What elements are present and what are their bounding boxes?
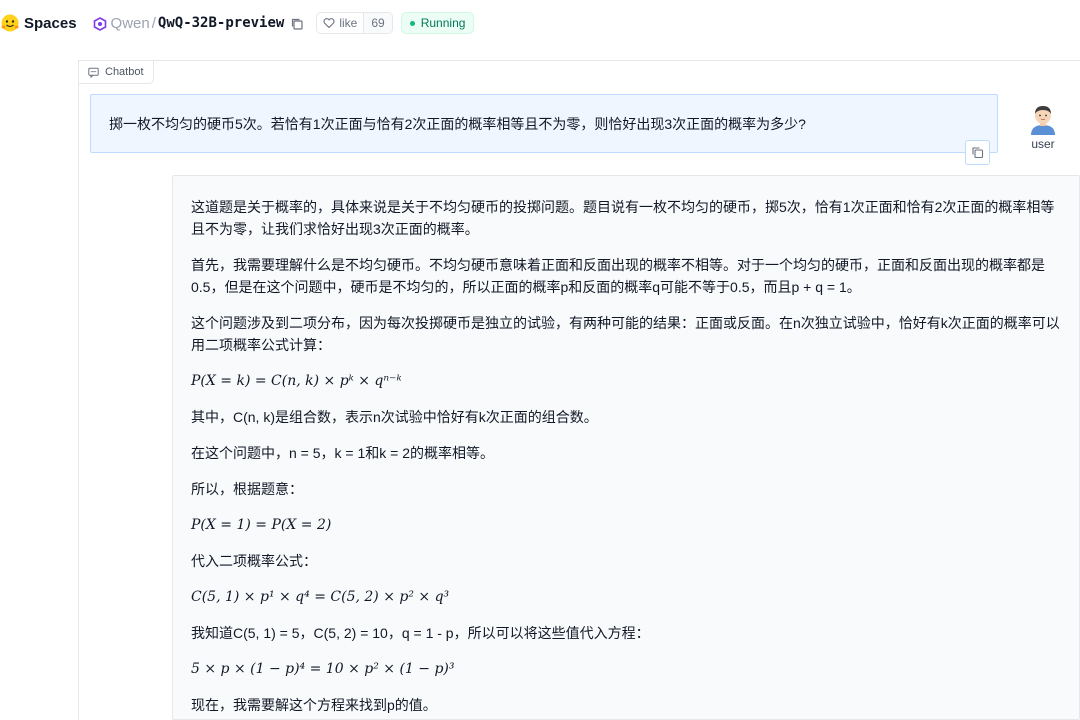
- fade-overlay: [919, 669, 1079, 719]
- like-button[interactable]: like: [317, 13, 363, 33]
- status-badge: Running: [400, 12, 475, 34]
- math-formula: P(X = k) = C(n, k) × pᵏ × qⁿ⁻ᵏ: [191, 373, 402, 389]
- copy-icon[interactable]: [290, 16, 304, 30]
- spaces-link[interactable]: Spaces: [24, 15, 77, 32]
- user-avatar-icon: [1028, 103, 1058, 135]
- message-paragraph: 这个问题涉及到二项分布，因为每次投掷硬币是独立的试验，有两种可能的结果：正面或反…: [191, 315, 1060, 353]
- message-paragraph: 在这个问题中，n = 5，k = 1和k = 2的概率相等。: [191, 445, 495, 461]
- message-paragraph: 我知道C(5, 1) = 5，C(5, 2) = 10，q = 1 - p，所以…: [191, 625, 650, 641]
- org-link[interactable]: Qwen: [111, 15, 150, 32]
- math-formula: P(X = 1) = P(X = 2): [191, 517, 332, 533]
- like-label: like: [339, 16, 358, 30]
- chatbot-label-text: Chatbot: [105, 66, 144, 78]
- chatbot-label: Chatbot: [78, 60, 154, 84]
- chat-icon: [88, 67, 99, 78]
- bot-message: 这道题是关于概率的，具体来说是关于不均匀硬币的投掷问题。题目说有一枚不均匀的硬币…: [172, 175, 1080, 720]
- repo-name-link[interactable]: QwQ-32B-preview: [158, 15, 284, 31]
- like-widget: like 69: [316, 12, 393, 34]
- user-message-text: 掷一枚不均匀的硬币5次。若恰有1次正面与恰有2次正面的概率相等且不为零，则恰好出…: [109, 115, 806, 132]
- message-paragraph: 这道题是关于概率的，具体来说是关于不均匀硬币的投掷问题。题目说有一枚不均匀的硬币…: [191, 199, 1055, 237]
- status-dot-icon: [409, 20, 415, 26]
- message-paragraph: 代入二项概率公式：: [191, 553, 317, 569]
- qwen-logo-icon: [93, 16, 107, 31]
- message-paragraph: 所以，根据题意：: [191, 481, 303, 497]
- top-bar: Spaces Qwen / QwQ-32B-preview like 69 Ru…: [0, 0, 1080, 46]
- hugging-face-logo-icon[interactable]: [0, 13, 20, 33]
- user-message: 掷一枚不均匀的硬币5次。若恰有1次正面与恰有2次正面的概率相等且不为零，则恰好出…: [90, 94, 998, 153]
- status-text: Running: [420, 16, 466, 30]
- message-paragraph: 其中，C(n, k)是组合数，表示n次试验中恰好有k次正面的组合数。: [191, 409, 598, 425]
- heart-icon: [323, 18, 335, 29]
- copy-icon: [972, 147, 984, 159]
- math-formula: C(5, 1) × p¹ × q⁴ = C(5, 2) × p² × q³: [191, 589, 450, 605]
- copy-message-button[interactable]: [965, 140, 990, 165]
- message-paragraph: 首先，我需要理解什么是不均匀硬币。不均匀硬币意味着正面和反面出现的概率不相等。对…: [191, 257, 1045, 295]
- avatar-label: user: [1031, 137, 1055, 151]
- breadcrumb-separator: /: [151, 14, 156, 32]
- like-count[interactable]: 69: [363, 13, 392, 33]
